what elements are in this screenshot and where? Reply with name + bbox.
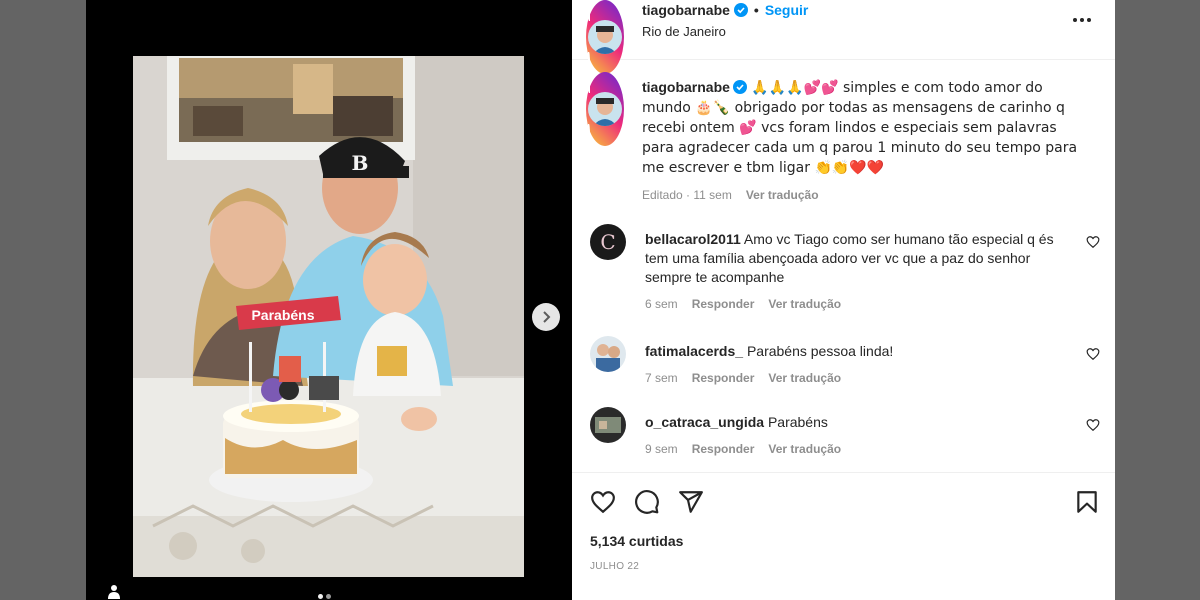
comment-like-icon[interactable] [1086, 418, 1100, 432]
share-icon[interactable] [678, 489, 704, 515]
commenter-avatar-letter: C [600, 230, 615, 254]
reply-button[interactable]: Responder [692, 440, 755, 459]
translate-link[interactable]: Ver tradução [768, 295, 841, 314]
commenter-avatar[interactable] [590, 407, 626, 443]
post-location[interactable]: Rio de Janeiro [642, 24, 726, 39]
header-separator: • [753, 2, 759, 18]
cap-logo: B [352, 151, 369, 175]
comment-text: Parabéns [764, 414, 828, 430]
comment-username[interactable]: o_catraca_ungida [645, 414, 764, 430]
verified-badge-icon [733, 3, 748, 17]
post-date[interactable]: JULHO 22 [590, 561, 639, 572]
comments-section[interactable]: tiagobarnabe 🙏🙏🙏💕💕 simples e com todo am… [572, 60, 1115, 472]
comment-time[interactable]: 7 sem [645, 369, 678, 388]
reply-button[interactable]: Responder [692, 295, 755, 314]
caption-username[interactable]: tiagobarnabe [642, 79, 730, 95]
caption-avatar [588, 92, 622, 126]
commenter-avatar[interactable]: C [590, 224, 626, 260]
verified-badge-icon [732, 80, 747, 94]
bookmark-icon[interactable] [1074, 489, 1100, 515]
post-photo: Parabéns B [133, 56, 524, 577]
commenter-avatar-image [590, 336, 626, 372]
caption-text: tiagobarnabe 🙏🙏🙏💕💕 simples e com todo am… [642, 78, 1090, 205]
chevron-right-icon [543, 311, 551, 323]
comment-time[interactable]: 6 sem [645, 295, 678, 314]
post-header: tiagobarnabe • Seguir Rio de Janeiro [572, 0, 1115, 74]
follow-button[interactable]: Seguir [765, 2, 809, 18]
reply-button[interactable]: Responder [692, 369, 755, 388]
commenter-avatar-image [590, 407, 626, 443]
carousel-dot-active [318, 594, 323, 599]
post-actions: 5,134 curtidas JULHO 22 [572, 472, 1115, 600]
carousel-dot [326, 594, 331, 599]
commenter-avatar[interactable] [590, 336, 626, 372]
comment-body: fatimalacerds_ Parabéns pessoa linda! 7 … [645, 342, 1073, 388]
comment-meta: 7 sem Responder Ver tradução [645, 369, 1073, 388]
author-avatar [588, 20, 622, 54]
comment-like-icon[interactable] [1086, 347, 1100, 361]
caption-translate-link[interactable]: Ver tradução [746, 186, 819, 205]
dimmed-backdrop-right[interactable] [1115, 0, 1200, 600]
comment-time[interactable]: 9 sem [645, 440, 678, 459]
user-tag-icon [108, 585, 120, 599]
commenter-avatar-image: C [590, 224, 626, 260]
comment-text: Parabéns pessoa linda! [743, 343, 894, 359]
caption-meta: Editado · 11 sem Ver tradução [642, 186, 1090, 205]
translate-link[interactable]: Ver tradução [768, 440, 841, 459]
translate-link[interactable]: Ver tradução [768, 369, 841, 388]
comment-body: o_catraca_ungida Parabéns 9 sem Responde… [645, 413, 1073, 459]
cake-topper-text: Parabéns [251, 307, 314, 323]
comment-like-icon[interactable] [1086, 235, 1100, 249]
comment-body: bellacarol2011 Amo vc Tiago como ser hum… [645, 230, 1073, 314]
likes-count[interactable]: 5,134 curtidas [590, 533, 683, 549]
tagged-users-button[interactable] [106, 583, 122, 599]
comment-username[interactable]: fatimalacerds_ [645, 343, 743, 359]
next-media-button[interactable] [532, 303, 560, 331]
comment-meta: 9 sem Responder Ver tradução [645, 440, 1073, 459]
comment-meta: 6 sem Responder Ver tradução [645, 295, 1073, 314]
more-options-icon[interactable] [1070, 10, 1094, 30]
carousel-indicator [318, 594, 331, 599]
caption-avatar-frame [588, 72, 622, 145]
heart-icon[interactable] [590, 489, 616, 515]
caption-avatar-ring[interactable] [586, 72, 624, 146]
dimmed-backdrop-left[interactable] [0, 0, 86, 600]
comment-icon[interactable] [634, 489, 660, 515]
comment-username[interactable]: bellacarol2011 [645, 231, 741, 247]
post-details-panel: tiagobarnabe • Seguir Rio de Janeiro tia… [572, 0, 1115, 600]
author-username[interactable]: tiagobarnabe [642, 2, 730, 18]
caption-timestamp: Editado · 11 sem [642, 188, 732, 202]
post-media: Parabéns B [86, 0, 572, 600]
author-line: tiagobarnabe • Seguir [642, 2, 808, 18]
